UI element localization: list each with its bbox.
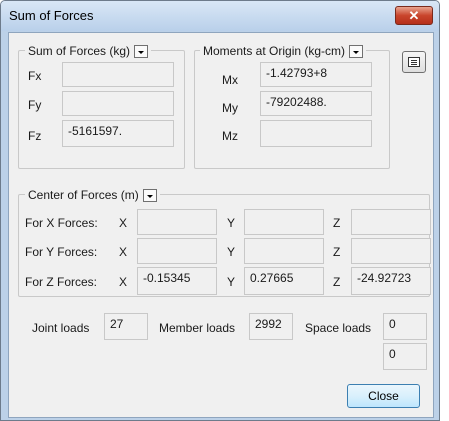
x-forces-label: For X Forces: xyxy=(25,216,98,230)
chevron-down-icon[interactable] xyxy=(142,189,157,202)
close-icon: ✕ xyxy=(408,8,420,23)
mx-label: Mx xyxy=(222,73,238,87)
fz-field[interactable]: -5161597. xyxy=(62,120,174,147)
axis-z-label: Z xyxy=(333,275,341,289)
window-close-button[interactable]: ✕ xyxy=(395,6,433,25)
sum-of-forces-header: Sum of Forces (kg) xyxy=(25,43,152,59)
mz-label: Mz xyxy=(222,129,238,143)
sum-of-forces-window: Sum of Forces ✕ Sum of Forces (kg) Fx Fy… xyxy=(0,0,440,421)
x-forces-x-field[interactable] xyxy=(137,209,217,235)
mx-field[interactable]: -1.42793+8 xyxy=(260,62,372,87)
z-forces-z-field[interactable]: -24.92723 xyxy=(351,267,431,295)
my-field[interactable]: -79202488. xyxy=(260,91,372,116)
axis-z-label: Z xyxy=(333,245,341,259)
title-bar[interactable]: Sum of Forces ✕ xyxy=(1,1,439,31)
mz-field[interactable] xyxy=(260,120,372,147)
space-loads-label: Space loads xyxy=(305,321,372,335)
dialog-client-area: Sum of Forces (kg) Fx Fy Fz -5161597. Mo… xyxy=(8,32,434,418)
sum-of-forces-title: Sum of Forces (kg) xyxy=(28,44,131,58)
center-of-forces-title: Center of Forces (m) xyxy=(28,188,139,202)
fy-field[interactable] xyxy=(62,91,174,116)
my-label: My xyxy=(222,101,238,115)
x-forces-y-field[interactable] xyxy=(244,209,324,235)
list-button[interactable] xyxy=(402,51,426,73)
axis-x-label: X xyxy=(119,275,128,289)
window-title: Sum of Forces xyxy=(9,8,94,23)
fz-label: Fz xyxy=(28,129,42,143)
moments-title: Moments at Origin (kg-cm) xyxy=(203,44,346,58)
axis-y-label: Y xyxy=(227,245,236,259)
close-button[interactable]: Close xyxy=(347,384,420,408)
member-loads-label: Member loads xyxy=(159,321,236,335)
y-forces-y-field[interactable] xyxy=(244,238,324,264)
fx-field[interactable] xyxy=(62,62,174,87)
moments-group: Moments at Origin (kg-cm) Mx -1.42793+8 … xyxy=(194,43,390,169)
y-forces-label: For Y Forces: xyxy=(25,245,98,259)
center-of-forces-header: Center of Forces (m) xyxy=(25,187,160,203)
z-forces-x-field[interactable]: -0.15345 xyxy=(137,267,217,295)
x-forces-z-field[interactable] xyxy=(351,209,431,235)
y-forces-z-field[interactable] xyxy=(351,238,431,264)
space-loads-field[interactable]: 0 xyxy=(383,313,427,340)
z-forces-y-field[interactable]: 0.27665 xyxy=(244,267,324,295)
fy-label: Fy xyxy=(28,98,42,112)
z-forces-label: For Z Forces: xyxy=(25,275,98,289)
joint-loads-field[interactable]: 27 xyxy=(104,313,148,340)
joint-loads-label: Joint loads xyxy=(32,321,90,335)
space-loads-field-2[interactable]: 0 xyxy=(383,343,427,370)
axis-x-label: X xyxy=(119,245,128,259)
axis-x-label: X xyxy=(119,216,128,230)
member-loads-field[interactable]: 2992 xyxy=(249,313,293,340)
moments-header: Moments at Origin (kg-cm) xyxy=(200,43,367,59)
chevron-down-icon[interactable] xyxy=(349,45,364,58)
chevron-down-icon[interactable] xyxy=(134,45,149,58)
center-of-forces-group: Center of Forces (m) For X Forces: X Y Z… xyxy=(18,187,431,297)
axis-y-label: Y xyxy=(227,275,236,289)
fx-label: Fx xyxy=(28,69,42,83)
y-forces-x-field[interactable] xyxy=(137,238,217,264)
axis-y-label: Y xyxy=(227,216,236,230)
axis-z-label: Z xyxy=(333,216,341,230)
list-icon xyxy=(408,57,420,67)
sum-of-forces-group: Sum of Forces (kg) Fx Fy Fz -5161597. xyxy=(18,43,185,169)
